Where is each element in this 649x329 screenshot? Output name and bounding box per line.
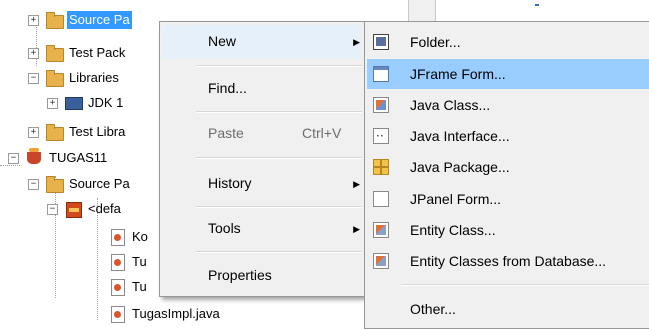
jpanel-form-icon [373, 191, 389, 207]
menu-item-new[interactable]: New ▶ [163, 25, 361, 59]
submenu-arrow-icon: ▶ [353, 179, 360, 189]
submenu-item-other[interactable]: Other... [367, 294, 649, 324]
folder-icon [373, 34, 389, 50]
submenu-item-folder[interactable]: Folder... [367, 27, 649, 57]
test-folder-icon [45, 44, 64, 62]
submenu-item-java-package[interactable]: Java Package... [367, 152, 649, 182]
libraries-icon [45, 69, 64, 87]
expand-toggle[interactable]: + [28, 126, 39, 138]
tree-item-label: JDK 1 [88, 95, 124, 110]
tree-item-libraries[interactable]: − Libraries [28, 67, 121, 89]
submenu-arrow-icon: ▶ [353, 224, 360, 234]
menu-item-label: Find... [208, 80, 247, 96]
tree-item-label: Test Pack [69, 45, 126, 60]
tree-item-label: TugasImpl.java [132, 306, 220, 321]
tree-item-label: Test Libra [69, 124, 126, 139]
submenu-item-java-interface[interactable]: Java Interface... [367, 121, 649, 151]
submenu-item-jframe-form[interactable]: JFrame Form... [367, 59, 649, 89]
java-project-icon [25, 148, 43, 167]
menu-item-paste[interactable]: Paste Ctrl+V [163, 117, 361, 151]
java-class-icon [373, 97, 389, 113]
submenu-separator [401, 284, 649, 286]
context-menu: New ▶ Find... Paste Ctrl+V History ▶ Too… [159, 21, 365, 297]
entity-class-icon [373, 222, 389, 238]
tree-item-test-packages[interactable]: + Test Pack [28, 42, 127, 64]
tree-item-label: <defa [88, 201, 121, 216]
jframe-form-icon [373, 66, 389, 82]
tree-item-label: TUGAS11 [49, 150, 108, 165]
submenu-item-label: Java Class... [410, 97, 491, 113]
menu-separator [196, 65, 362, 67]
menu-item-tools[interactable]: Tools ▶ [163, 212, 361, 246]
collapse-toggle[interactable]: − [47, 203, 58, 215]
menu-item-label: Paste [208, 125, 244, 141]
tree-item-label: Source Pa [69, 176, 130, 191]
java-file-icon [108, 228, 126, 246]
tree-item-source-packages-2[interactable]: − Source Pa [28, 173, 132, 195]
jdk-icon [64, 94, 83, 112]
java-file-icon [108, 305, 126, 323]
tree-item-java-file[interactable]: Tu [108, 251, 149, 273]
submenu-item-entity-class[interactable]: Entity Class... [367, 215, 649, 245]
tree-item-label: Source Pa [67, 11, 132, 29]
tree-item-label: Libraries [69, 70, 119, 85]
editor-panel-edge [408, 0, 436, 22]
menu-item-shortcut: Ctrl+V [302, 125, 342, 141]
submenu-item-label: JFrame Form... [410, 66, 506, 82]
expand-toggle[interactable]: + [28, 14, 39, 26]
editor-mark [535, 4, 539, 6]
menu-item-label: New [208, 33, 237, 49]
submenu-item-jpanel-form[interactable]: JPanel Form... [367, 184, 649, 214]
tree-item-java-main-file[interactable]: Tu [108, 276, 149, 298]
expand-toggle[interactable]: + [47, 97, 58, 109]
java-file-icon [108, 253, 126, 271]
collapse-toggle[interactable]: − [8, 152, 19, 164]
source-folder-icon [45, 11, 64, 29]
submenu-item-label: Java Interface... [410, 128, 510, 144]
menu-item-label: Properties [208, 267, 272, 283]
submenu-item-label: Entity Class... [410, 222, 496, 238]
submenu-item-label: Other... [410, 301, 456, 317]
menu-item-find[interactable]: Find... [163, 72, 361, 106]
tree-item-project-tugas11[interactable]: − TUGAS11 [8, 147, 109, 169]
tree-item-jdk[interactable]: + JDK 1 [47, 92, 125, 114]
tree-item-label: Ko [132, 229, 148, 244]
tree-item-tugasimpl[interactable]: TugasImpl.java [108, 303, 222, 325]
tree-item-label: Tu [132, 254, 147, 269]
menu-item-properties[interactable]: Properties [163, 259, 361, 293]
menu-separator [196, 206, 362, 208]
entity-classes-db-icon [373, 253, 389, 269]
tree-item-default-package[interactable]: − <defa [47, 198, 123, 220]
tree-item-source-packages[interactable]: + Source Pa [28, 9, 132, 31]
submenu-item-label: Entity Classes from Database... [410, 253, 607, 269]
submenu-item-label: Folder... [410, 34, 461, 50]
tree-item-test-libraries[interactable]: + Test Libra [28, 121, 127, 143]
tree-item-label: Tu [132, 279, 147, 294]
menu-separator [196, 251, 362, 253]
submenu-item-java-class[interactable]: Java Class... [367, 90, 649, 120]
expand-toggle[interactable]: + [28, 47, 39, 59]
test-libraries-icon [45, 123, 64, 141]
menu-separator [196, 157, 362, 159]
submenu-item-label: JPanel Form... [410, 191, 502, 207]
java-main-file-icon [108, 278, 126, 296]
java-package-icon [373, 159, 389, 175]
menu-item-history[interactable]: History ▶ [163, 167, 361, 201]
source-folder-icon [45, 175, 64, 193]
submenu-item-label: Java Package... [410, 159, 510, 175]
menu-item-label: History [208, 175, 252, 191]
new-submenu: Folder... JFrame Form... Java Class... J… [364, 21, 649, 329]
submenu-item-entity-classes-from-database[interactable]: Entity Classes from Database... [367, 246, 649, 276]
submenu-arrow-icon: ▶ [353, 37, 360, 47]
collapse-toggle[interactable]: − [28, 72, 39, 84]
menu-item-label: Tools [208, 220, 241, 236]
collapse-toggle[interactable]: − [28, 178, 39, 190]
tree-item-java-file[interactable]: Ko [108, 226, 150, 248]
package-icon [64, 200, 82, 218]
java-interface-icon [373, 128, 389, 144]
menu-separator [196, 111, 362, 113]
